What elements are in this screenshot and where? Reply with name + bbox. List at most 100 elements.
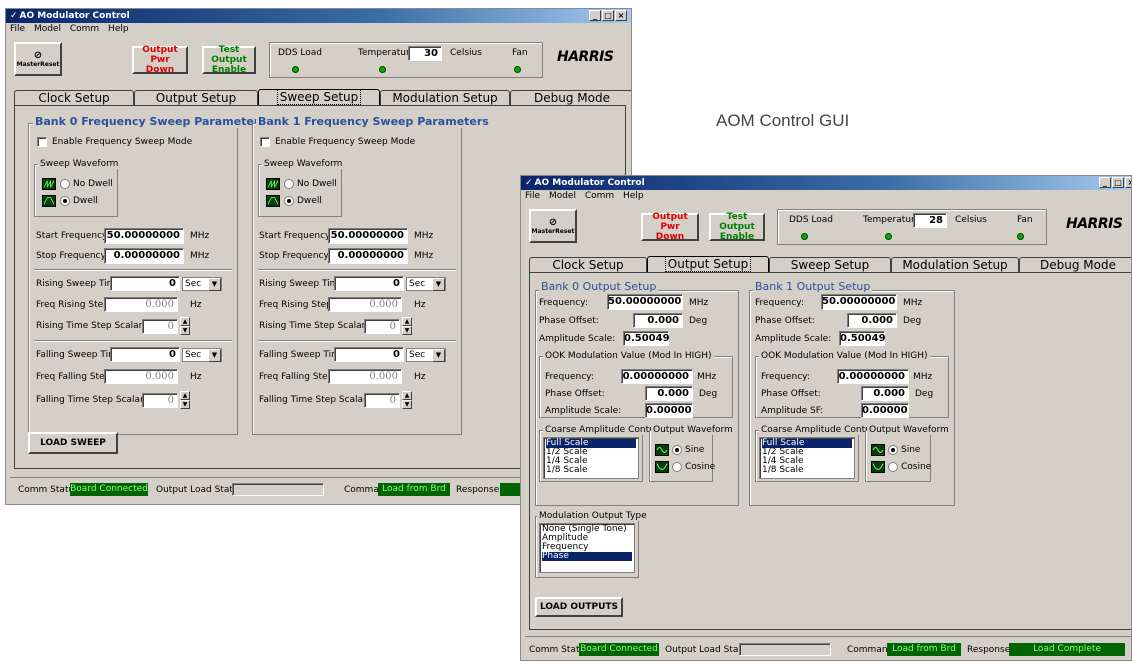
bank1-output-title: Bank 1 Output Setup: [753, 280, 873, 293]
bank1-rising-scalar-field[interactable]: 0: [364, 319, 400, 334]
figure-caption: AOM Control GUI: [716, 111, 850, 130]
temperature-led: [379, 66, 386, 73]
bank0-ook-frequency-field[interactable]: 0.00000000: [621, 369, 693, 384]
tab-clock-setup[interactable]: Clock Setup: [529, 257, 647, 273]
bank1-falling-time-field[interactable]: 0: [334, 347, 404, 362]
tab-sweep-setup[interactable]: Sweep Setup: [258, 89, 380, 105]
close-icon[interactable]: ×: [615, 10, 627, 21]
test-output-enable-button[interactable]: Test Output Enable: [202, 45, 256, 75]
bank1-rising-time-unit-select[interactable]: Sec ▼: [406, 277, 446, 291]
tab-sweep-setup[interactable]: Sweep Setup: [769, 257, 891, 273]
bank1-frequency-field[interactable]: 50.00000000: [821, 294, 897, 310]
bank1-cosine-radio[interactable]: [888, 462, 898, 472]
bank1-ook-phase-field[interactable]: 0.000: [861, 386, 909, 401]
menu-comm[interactable]: Comm: [70, 24, 99, 34]
bank1-phase-field[interactable]: 0.000: [847, 313, 897, 328]
close-icon[interactable]: ×: [1125, 177, 1131, 188]
bank0-amplitude-label: Amplitude Scale:: [539, 334, 616, 344]
celsius-label: Celsius: [955, 215, 987, 225]
bank1-stop-freq-field[interactable]: 0.00000000: [328, 248, 408, 264]
master-reset-button[interactable]: ⊘ MasterReset: [14, 42, 62, 76]
bank0-falling-time-field[interactable]: 0: [110, 347, 180, 362]
bank0-sine-radio[interactable]: [672, 445, 682, 455]
dwell-wave-icon: [266, 195, 280, 207]
menu-file[interactable]: File: [525, 191, 540, 201]
bank0-falling-scalar-field[interactable]: 0: [142, 393, 178, 408]
menu-help[interactable]: Help: [108, 24, 129, 34]
menu-help[interactable]: Help: [623, 191, 644, 201]
cosine-wave-icon: [871, 461, 885, 473]
bank0-frequency-field[interactable]: 50.00000000: [607, 294, 683, 310]
bank0-start-freq-field[interactable]: 50.00000000: [104, 228, 184, 244]
bank0-ook-title: OOK Modulation Value (Mod In HIGH): [543, 351, 714, 361]
bank1-sine-radio[interactable]: [888, 445, 898, 455]
bank0-falling-scalar-spinner[interactable]: ▲ ▼: [180, 391, 190, 409]
bank1-falling-scalar-field[interactable]: 0: [364, 393, 400, 408]
minimize-icon[interactable]: _: [589, 10, 601, 21]
bank0-stop-freq-field[interactable]: 0.00000000: [104, 248, 184, 264]
maximize-icon[interactable]: □: [1112, 177, 1124, 188]
bank1-output-waveform-title: Output Waveform: [867, 425, 951, 435]
dds-load-led: [292, 66, 299, 73]
menu-file[interactable]: File: [10, 24, 25, 34]
list-item[interactable]: 1/8 Scale: [762, 466, 852, 475]
bank1-dwell-radio[interactable]: [284, 196, 294, 206]
bank0-freq-falling-label: Freq Falling Step:: [36, 372, 114, 382]
bank0-rising-time-field[interactable]: 0: [110, 276, 180, 291]
menu-model[interactable]: Model: [34, 24, 61, 34]
tab-output-setup[interactable]: Output Setup: [134, 90, 258, 106]
bank1-ook-amplitude-field[interactable]: 0.00000: [861, 403, 909, 418]
bank1-no-dwell-radio[interactable]: [284, 179, 294, 189]
bank1-enable-sweep-checkbox[interactable]: [260, 137, 270, 147]
bank0-cosine-radio[interactable]: [672, 462, 682, 472]
maximize-icon[interactable]: □: [602, 10, 614, 21]
bank0-enable-sweep-checkbox[interactable]: [37, 137, 47, 147]
tab-output-setup[interactable]: Output Setup: [647, 256, 769, 272]
bank0-rising-scalar-field[interactable]: 0: [142, 319, 178, 334]
output-pwr-down-button[interactable]: Output Pwr Down: [132, 45, 188, 75]
tab-debug-mode[interactable]: Debug Mode: [510, 90, 631, 106]
bank0-rising-scalar-spinner[interactable]: ▲ ▼: [180, 317, 190, 335]
bank0-dwell-radio[interactable]: [60, 196, 70, 206]
fan-led: [1017, 233, 1024, 240]
output-pwr-down-button[interactable]: Output Pwr Down: [641, 212, 699, 242]
bank1-ook-frequency-field[interactable]: 0.00000000: [837, 369, 909, 384]
bank0-ook-phase-label: Phase Offset:: [545, 389, 605, 399]
bank1-coarse-amp-list[interactable]: Full Scale 1/2 Scale 1/4 Scale 1/8 Scale: [759, 437, 855, 479]
bank0-rising-time-unit-select[interactable]: Sec ▼: [182, 277, 222, 291]
response-value: Load Complete: [1009, 643, 1125, 656]
bank0-falling-time-unit-select[interactable]: Sec ▼: [182, 348, 222, 362]
bank0-coarse-amp-list[interactable]: Full Scale 1/2 Scale 1/4 Scale 1/8 Scale: [543, 437, 639, 479]
bank0-stop-freq-label: Stop Frequency:: [36, 251, 109, 261]
app-logo-icon: ✓: [10, 11, 18, 21]
load-outputs-button[interactable]: LOAD OUTPUTS: [535, 597, 623, 617]
tab-debug-mode[interactable]: Debug Mode: [1019, 257, 1131, 273]
bank1-rising-scalar-spinner[interactable]: ▲ ▼: [402, 317, 412, 335]
bank0-phase-field[interactable]: 0.000: [633, 313, 683, 328]
tab-modulation-setup[interactable]: Modulation Setup: [891, 257, 1019, 273]
bank0-amplitude-field[interactable]: 0.50049: [623, 331, 670, 346]
bank0-ook-frequency-unit: MHz: [697, 372, 717, 382]
bank0-freq-falling-unit: Hz: [190, 372, 202, 382]
list-item[interactable]: 1/8 Scale: [546, 466, 636, 475]
list-item[interactable]: Phase: [542, 552, 632, 561]
test-output-enable-button[interactable]: Test Output Enable: [709, 212, 765, 242]
bank1-start-freq-unit: MHz: [414, 231, 434, 241]
load-sweep-button[interactable]: LOAD SWEEP: [28, 432, 118, 454]
tab-clock-setup[interactable]: Clock Setup: [14, 90, 134, 106]
tab-modulation-setup[interactable]: Modulation Setup: [380, 90, 510, 106]
bank1-start-freq-field[interactable]: 50.00000000: [328, 228, 408, 244]
bank0-ook-phase-field[interactable]: 0.000: [645, 386, 693, 401]
minimize-icon[interactable]: _: [1099, 177, 1111, 188]
bank0-ook-amplitude-field[interactable]: 0.00000: [645, 403, 693, 418]
bank1-falling-scalar-spinner[interactable]: ▲ ▼: [402, 391, 412, 409]
bank0-no-dwell-radio[interactable]: [60, 179, 70, 189]
reset-icon: ⊘: [548, 217, 558, 228]
bank1-amplitude-field[interactable]: 0.50049: [839, 331, 886, 346]
bank1-falling-time-unit-select[interactable]: Sec ▼: [406, 348, 446, 362]
master-reset-button[interactable]: ⊘ MasterReset: [529, 209, 577, 243]
bank1-rising-time-field[interactable]: 0: [334, 276, 404, 291]
menu-comm[interactable]: Comm: [585, 191, 614, 201]
menu-model[interactable]: Model: [549, 191, 576, 201]
mod-type-list[interactable]: None (Single Tone) Amplitude Frequency P…: [539, 523, 635, 573]
